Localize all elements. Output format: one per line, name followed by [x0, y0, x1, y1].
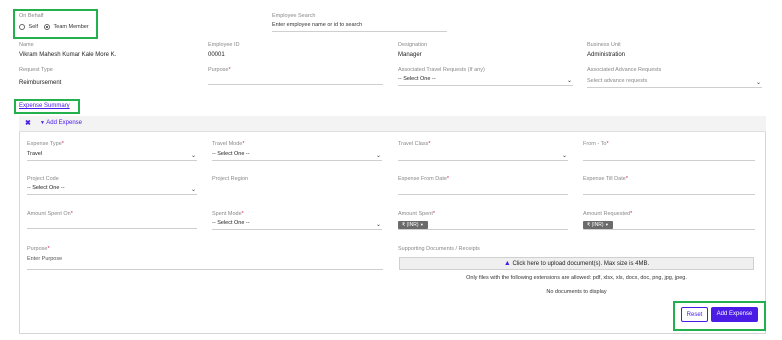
- request-type-label: Request Type: [19, 67, 53, 73]
- add-expense-link[interactable]: ▼ Add Expense: [40, 120, 82, 126]
- chevron-down-icon: ⌄: [190, 187, 196, 193]
- name-value: Vikram Mahesh Kumar Kale More K.: [19, 52, 117, 58]
- designation-label: Designation: [398, 42, 428, 48]
- from-to-input[interactable]: [583, 151, 755, 161]
- caret-down-icon: ▼: [40, 120, 45, 126]
- spent-mode-value: -- Select One --: [212, 220, 250, 226]
- upload-button[interactable]: ▲ Click here to upload document(s). Max …: [399, 257, 754, 270]
- expense-purpose-input[interactable]: Enter Purpose: [27, 256, 383, 270]
- expense-purpose-label: Purpose*: [27, 246, 50, 252]
- business-unit-label: Business Unit: [587, 42, 621, 48]
- advance-requests-label: Associated Advance Requests: [587, 67, 662, 73]
- chevron-down-icon: ⌄: [755, 80, 761, 86]
- amount-requested-label: Amount Requested*: [583, 211, 633, 217]
- name-label: Name: [19, 42, 34, 48]
- request-type-value: Reimbursement: [19, 80, 62, 86]
- amount-spent-on-label: Amount Spent On*: [27, 211, 73, 217]
- expense-type-select[interactable]: Travel ⌄: [27, 151, 197, 161]
- expense-summary-title[interactable]: Expense Summary: [19, 103, 70, 109]
- employee-id-value: 00001: [208, 52, 225, 58]
- spent-mode-select[interactable]: -- Select One -- ⌄: [212, 220, 382, 230]
- travel-class-select[interactable]: ⌄: [398, 151, 568, 161]
- close-icon[interactable]: ✖: [25, 119, 31, 127]
- travel-class-label: Travel Class*: [398, 141, 431, 147]
- onbehalf-self-option[interactable]: Self: [19, 24, 38, 30]
- chevron-down-icon: ⌄: [375, 153, 381, 159]
- project-region-label: Project Region: [212, 176, 249, 182]
- till-date-label: Expense Till Date*: [583, 176, 628, 182]
- self-label: Self: [28, 24, 39, 31]
- onbehalf-label: On Behalf: [19, 13, 44, 19]
- expense-purpose-placeholder: Enter Purpose: [27, 256, 63, 262]
- no-documents-text: No documents to display: [546, 289, 607, 295]
- designation-value: Manager: [398, 52, 422, 58]
- purpose-label: Purpose*: [208, 67, 231, 73]
- project-code-value: -- Select One --: [27, 185, 65, 191]
- docs-label: Supporting Documents / Receipts: [398, 246, 480, 252]
- project-code-select[interactable]: -- Select One -- ⌄: [27, 185, 197, 195]
- travel-mode-label: Travel Mode*: [212, 141, 245, 147]
- team-member-label: Team Member: [53, 24, 89, 31]
- expense-type-label: Expense Type*: [27, 141, 64, 147]
- chevron-down-icon: ⌄: [190, 153, 196, 159]
- expense-type-value: Travel: [27, 151, 43, 157]
- expense-panel-header: [19, 116, 766, 132]
- from-date-label: Expense From Date*: [398, 176, 450, 182]
- advance-requests-select[interactable]: Select advance requests ⌄: [587, 78, 762, 88]
- amount-spent-label: Amount Spent*: [398, 211, 435, 217]
- employee-search-placeholder: Enter employee name or id to search: [272, 22, 363, 28]
- chevron-down-icon: ⌄: [566, 78, 572, 84]
- travel-requests-value: -- Select One --: [398, 76, 436, 82]
- travel-requests-select[interactable]: -- Select One -- ⌄: [398, 76, 573, 86]
- travel-mode-select[interactable]: -- Select One -- ⌄: [212, 151, 382, 161]
- spent-mode-label: Spent Mode*: [212, 211, 244, 217]
- reset-button[interactable]: Reset: [681, 307, 708, 322]
- self-radio[interactable]: [19, 24, 25, 30]
- advance-requests-placeholder: Select advance requests: [587, 78, 648, 84]
- from-to-label: From - To*: [583, 141, 609, 147]
- amount-spent-input[interactable]: [398, 220, 568, 230]
- purpose-input[interactable]: [208, 75, 383, 85]
- travel-requests-label: Associated Travel Requests (If any): [398, 67, 485, 73]
- add-expense-button[interactable]: Add Expense: [711, 307, 758, 322]
- amount-spent-on-input[interactable]: [27, 219, 197, 229]
- travel-mode-value: -- Select One --: [212, 151, 250, 157]
- employee-search-input[interactable]: Enter employee name or id to search: [272, 22, 447, 32]
- employee-id-label: Employee ID: [208, 42, 240, 48]
- amount-requested-input[interactable]: [583, 220, 755, 230]
- employee-search-label: Employee Search: [272, 13, 316, 19]
- till-date-input[interactable]: [583, 185, 755, 195]
- project-code-label: Project Code: [27, 176, 59, 182]
- chevron-down-icon: ⌄: [561, 153, 567, 159]
- chevron-down-icon: ⌄: [375, 222, 381, 228]
- business-unit-value: Administration: [587, 52, 626, 58]
- from-date-input[interactable]: [398, 185, 568, 195]
- extension-note: Only files with the following extensions…: [466, 275, 687, 281]
- onbehalf-team-option[interactable]: Team Member: [44, 24, 89, 30]
- upload-icon: ▲: [503, 260, 511, 267]
- team-member-radio[interactable]: [44, 24, 50, 30]
